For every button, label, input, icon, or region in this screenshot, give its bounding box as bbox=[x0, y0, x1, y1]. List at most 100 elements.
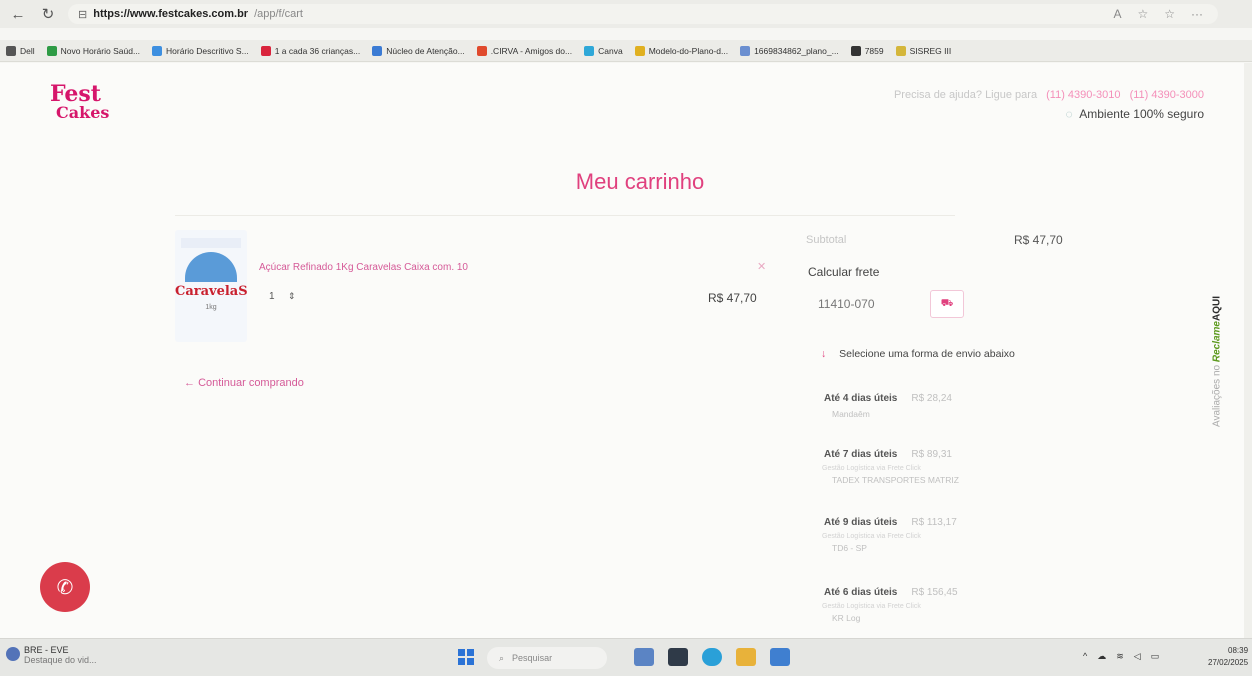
clock-time: 08:39 bbox=[1228, 646, 1249, 655]
help-text: Precisa de ajuda? Ligue para bbox=[893, 89, 1038, 101]
bookmark-item[interactable]: Horário Descritivo S... bbox=[152, 45, 249, 56]
app-icon-2[interactable] bbox=[668, 648, 688, 666]
divider bbox=[175, 215, 955, 216]
page-scrollbar[interactable] bbox=[1244, 63, 1252, 638]
shipping-management: Gestão Logística via Frete Click bbox=[822, 603, 921, 610]
calculate-freight-button[interactable]: ⛟ bbox=[930, 290, 964, 318]
wifi-icon[interactable]: ≋ bbox=[1116, 651, 1124, 662]
shipping-carrier: TD6 - SP bbox=[832, 543, 867, 553]
whatsapp-button[interactable]: ✆ bbox=[40, 562, 90, 612]
shipping-option[interactable]: Até 6 dias úteis R$ 156,45 Gestão Logístic… bbox=[822, 582, 1024, 623]
bookmark-icon bbox=[46, 45, 57, 56]
back-icon[interactable]: ← bbox=[8, 6, 28, 23]
windows-start-icon[interactable] bbox=[458, 649, 474, 665]
clock-date: 27/02/2025 bbox=[1208, 658, 1249, 667]
remove-item-icon[interactable]: ✕ bbox=[757, 260, 766, 273]
bookmark-label: Canva bbox=[598, 45, 623, 56]
bookmark-item[interactable]: 7859 bbox=[850, 45, 884, 56]
bookmark-label: SISREG III bbox=[909, 45, 952, 56]
page-content: Fest Cakes Precisa de ajuda? Ligue para … bbox=[0, 63, 1244, 638]
cep-input[interactable] bbox=[806, 291, 918, 317]
widget-subtitle: Destaque do vid... bbox=[24, 655, 97, 665]
bookmark-icon bbox=[584, 45, 595, 56]
phone-link-2[interactable]: (11) 4390-3000 bbox=[1130, 89, 1204, 101]
shipping-days: Até 6 dias úteis bbox=[824, 587, 898, 598]
arrow-left-icon: ← bbox=[184, 377, 195, 389]
bookmark-icon bbox=[634, 45, 645, 56]
bookmark-label: Novo Horário Saúd... bbox=[60, 45, 141, 56]
shipping-price: R$ 113,17 bbox=[911, 517, 957, 528]
edge-icon[interactable] bbox=[702, 648, 722, 666]
bookmark-label: 1669834862_plano_... bbox=[754, 45, 839, 56]
shipping-option[interactable]: Até 4 dias úteis R$ 28,24 Mandaêm bbox=[824, 388, 1024, 419]
logo-line1: Fest bbox=[50, 81, 101, 107]
quantity-stepper-icon[interactable]: ⇕ bbox=[288, 291, 296, 302]
logo-line2: Cakes bbox=[56, 103, 110, 122]
system-tray[interactable]: ^ ☁ ≋ ◁ ▭ bbox=[1083, 651, 1159, 662]
url-path: /app/f/cart bbox=[254, 8, 303, 20]
bookmark-item[interactable]: 1669834862_plano_... bbox=[740, 45, 839, 56]
product-name-link[interactable]: Açúcar Refinado 1Kg Caravelas Caixa com.… bbox=[259, 262, 468, 273]
bookmark-item[interactable]: Núcleo de Atenção... bbox=[372, 45, 465, 56]
bookmark-icon bbox=[260, 45, 271, 56]
bookmark-item[interactable]: .CIRVA - Amigos do... bbox=[476, 45, 573, 56]
favorites-icon[interactable]: ☆ bbox=[1159, 7, 1180, 21]
quantity-value[interactable]: 1 bbox=[269, 291, 275, 302]
read-aloud-icon[interactable]: A bbox=[1108, 7, 1126, 21]
phone-link-1[interactable]: (11) 4390-3010 bbox=[1046, 89, 1120, 101]
taskbar-search[interactable]: ⌕ Pesquisar bbox=[487, 647, 607, 669]
favorite-star-icon[interactable]: ☆ bbox=[1132, 7, 1153, 21]
bookmark-item[interactable]: SISREG III bbox=[895, 45, 952, 56]
bookmark-icon bbox=[850, 45, 861, 56]
app-icon-1[interactable] bbox=[634, 648, 654, 666]
folder-icon[interactable] bbox=[736, 648, 756, 666]
shield-icon: ◌ bbox=[1065, 107, 1073, 121]
site-info-icon[interactable]: ⊟ bbox=[78, 8, 87, 21]
subtotal-label: Subtotal bbox=[806, 234, 847, 246]
widget-icon bbox=[6, 647, 20, 661]
bookmark-label: 1 a cada 36 crianças... bbox=[274, 45, 361, 56]
continue-shopping-label: Continuar comprando bbox=[198, 377, 304, 389]
bookmark-label: .CIRVA - Amigos do... bbox=[490, 45, 573, 56]
shipping-carrier: TADEX TRANSPORTES MATRIZ bbox=[832, 475, 959, 485]
shipping-management: Gestão Logística via Frete Click bbox=[822, 533, 921, 540]
clock[interactable]: 08:39 27/02/2025 bbox=[1208, 645, 1248, 669]
bookmark-icon bbox=[6, 45, 16, 56]
product-image[interactable]: CaravelaS 1kg bbox=[175, 230, 247, 342]
volume-icon[interactable]: ◁ bbox=[1134, 651, 1141, 662]
bookmark-item[interactable]: Modelo-do-Plano-d... bbox=[634, 45, 728, 56]
chevron-up-icon[interactable]: ^ bbox=[1083, 651, 1087, 662]
battery-icon[interactable]: ▭ bbox=[1151, 651, 1160, 662]
address-bar[interactable]: ⊟ https://www.festcakes.com.br/app/f/car… bbox=[68, 4, 1218, 24]
product-image-brand: CaravelaS bbox=[175, 284, 247, 299]
reclame-aqui-tab[interactable]: Avaliações no ReclameAQUI bbox=[1202, 281, 1232, 451]
shipping-carrier: KR Log bbox=[832, 613, 861, 623]
more-icon[interactable]: ··· bbox=[1186, 7, 1208, 21]
continue-shopping-link[interactable]: ← Continuar comprando bbox=[184, 377, 304, 389]
bookmark-item[interactable]: Novo Horário Saúd... bbox=[46, 45, 141, 56]
cloud-icon[interactable]: ☁ bbox=[1097, 651, 1106, 662]
bookmark-label: 7859 bbox=[864, 45, 884, 56]
shipping-days: Até 9 dias úteis bbox=[824, 517, 898, 528]
bookmark-icon bbox=[740, 45, 751, 56]
secure-text: Ambiente 100% seguro bbox=[1079, 107, 1204, 121]
shipping-management: Gestão Logística via Frete Click bbox=[822, 465, 921, 472]
widget-title: BRE - EVE bbox=[24, 645, 69, 655]
help-line: Precisa de ajuda? Ligue para (11) 4390-3… bbox=[894, 89, 1204, 101]
festcakes-logo[interactable]: Fest Cakes bbox=[50, 83, 130, 133]
reviews-prefix: Avaliações no bbox=[1211, 364, 1223, 428]
reload-icon[interactable]: ↻ bbox=[38, 5, 58, 23]
bookmark-item[interactable]: 1 a cada 36 crianças... bbox=[260, 45, 361, 56]
search-icon: ⌕ bbox=[499, 652, 505, 663]
secure-badge: ◌ Ambiente 100% seguro bbox=[1065, 107, 1204, 121]
reviews-suffix: AQUI bbox=[1211, 296, 1223, 321]
app-icon-5[interactable] bbox=[770, 648, 790, 666]
bookmark-item[interactable]: Canva bbox=[584, 45, 623, 56]
shipping-price: R$ 89,31 bbox=[911, 449, 952, 460]
shipping-option[interactable]: Até 7 dias úteis R$ 89,31 Gestão Logística… bbox=[822, 444, 1024, 485]
bookmark-item[interactable]: Dell bbox=[6, 45, 35, 56]
search-placeholder: Pesquisar bbox=[512, 653, 553, 663]
browser-toolbar: ← ↻ ⊟ https://www.festcakes.com.br/app/f… bbox=[0, 0, 1252, 28]
widgets-button[interactable]: BRE - EVE Destaque do vid... bbox=[6, 645, 97, 665]
shipping-option[interactable]: Até 9 dias úteis R$ 113,17 Gestão Logístic… bbox=[822, 512, 1024, 553]
